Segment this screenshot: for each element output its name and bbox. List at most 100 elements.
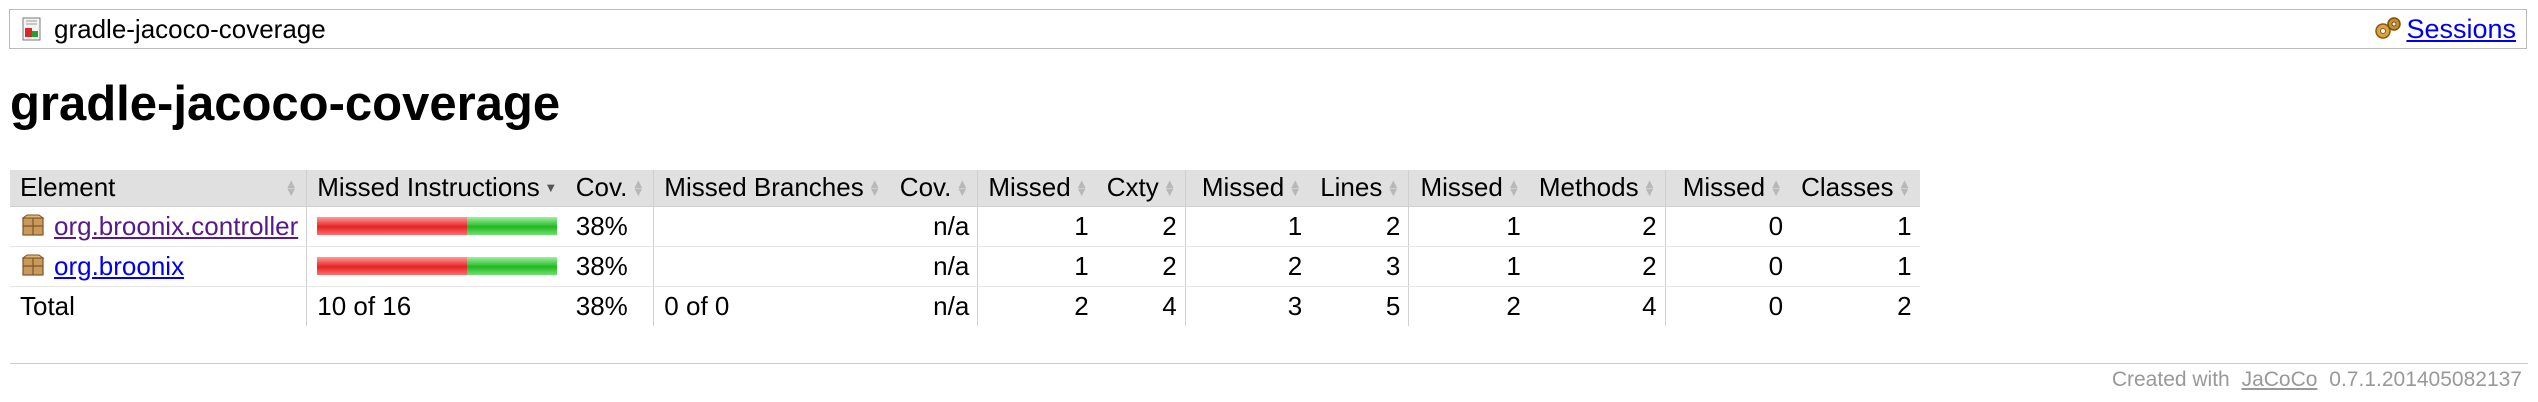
complexity-cell: 2 bbox=[1096, 246, 1186, 287]
missed-complexity-cell: 1 bbox=[977, 246, 1097, 287]
header-label: Methods bbox=[1538, 172, 1639, 203]
sessions-link[interactable]: Sessions bbox=[2406, 14, 2516, 45]
footer-divider bbox=[10, 363, 2528, 364]
sort-icon: ▲ ▼ bbox=[1075, 175, 1089, 199]
covered-bar bbox=[467, 257, 558, 275]
column-header-missed-classes[interactable]: Missed ▲ ▼ bbox=[1664, 170, 1792, 207]
total-instruction-coverage: 38% bbox=[565, 285, 654, 326]
missed-classes-cell: 0 bbox=[1664, 246, 1792, 287]
missed-lines-cell: 1 bbox=[1184, 206, 1311, 247]
header-label: Missed Branches bbox=[664, 172, 864, 203]
sort-icon: ▲ ▼ bbox=[1643, 175, 1657, 199]
missed-classes-cell: 0 bbox=[1664, 206, 1792, 247]
coverage-table: Element ▲ ▼ Missed Instructions ▼ Cov. ▲ ▼… bbox=[10, 170, 1920, 326]
footer: Created with JaCoCo 0.7.1.201405082137 bbox=[2112, 368, 2528, 392]
complexity-cell: 2 bbox=[1096, 206, 1186, 247]
column-header-complexity[interactable]: Cxty ▲ ▼ bbox=[1096, 170, 1186, 207]
instruction-coverage-cell: 38% bbox=[565, 206, 654, 247]
column-header-element[interactable]: Element ▲ ▼ bbox=[10, 170, 307, 207]
element-cell: org.broonix.controller bbox=[10, 206, 307, 247]
footer-prefix: Created with bbox=[2111, 368, 2230, 391]
missed-instructions-bar-cell bbox=[306, 246, 566, 287]
total-complexity: 4 bbox=[1096, 285, 1186, 326]
coverage-bar bbox=[317, 217, 558, 235]
coverage-bar bbox=[317, 257, 558, 275]
page-title: gradle-jacoco-coverage bbox=[10, 77, 561, 131]
sessions-icon bbox=[2372, 15, 2404, 43]
total-missed-branches: 0 of 0 bbox=[653, 285, 890, 326]
package-icon bbox=[20, 253, 46, 279]
sort-icon: ▲ ▼ bbox=[631, 175, 645, 199]
element-cell: org.broonix bbox=[10, 246, 307, 287]
column-header-lines[interactable]: Lines ▲ ▼ bbox=[1310, 170, 1409, 207]
breadcrumb-left: gradle-jacoco-coverage bbox=[20, 16, 326, 42]
total-lines: 5 bbox=[1310, 285, 1409, 326]
sort-icon: ▲ ▼ bbox=[1163, 175, 1177, 199]
missed-branches-cell bbox=[653, 246, 890, 287]
header-label: Element bbox=[20, 172, 116, 203]
header-label: Missed bbox=[1682, 172, 1766, 203]
missed-branches-cell bbox=[653, 206, 890, 247]
package-icon bbox=[20, 213, 46, 239]
footer-version: 0.7.1.201405082137 bbox=[2329, 368, 2522, 391]
classes-cell: 1 bbox=[1791, 246, 1920, 287]
sort-icon: ▲ ▼ bbox=[1898, 175, 1911, 199]
table-row: org.broonix 38% n/a 1 2 2 3 1 2 0 1 bbox=[10, 246, 1920, 287]
missed-methods-cell: 1 bbox=[1408, 206, 1529, 247]
missed-methods-cell: 1 bbox=[1408, 246, 1529, 287]
covered-bar bbox=[467, 217, 558, 235]
header-label: Cov. bbox=[575, 172, 628, 203]
branch-coverage-cell: n/a bbox=[889, 246, 978, 287]
missed-bar bbox=[317, 257, 468, 275]
column-header-branch-coverage[interactable]: Cov. ▲ ▼ bbox=[889, 170, 978, 207]
total-missed-classes: 0 bbox=[1664, 285, 1792, 326]
total-label: Total bbox=[10, 285, 307, 326]
column-header-methods[interactable]: Methods ▲ ▼ bbox=[1528, 170, 1666, 207]
table-row: org.broonix.controller 38% n/a 1 2 1 2 1… bbox=[10, 206, 1920, 247]
branch-coverage-cell: n/a bbox=[889, 206, 978, 247]
header-label: Missed Instructions bbox=[317, 172, 540, 203]
missed-instructions-bar-cell bbox=[306, 206, 566, 247]
element-link[interactable]: org.broonix bbox=[54, 251, 184, 282]
classes-cell: 1 bbox=[1791, 206, 1920, 247]
sort-icon: ▲ ▼ bbox=[1386, 175, 1400, 199]
breadcrumb-title: gradle-jacoco-coverage bbox=[54, 14, 326, 44]
sort-icon: ▲ ▼ bbox=[1507, 175, 1521, 199]
column-header-missed-branches[interactable]: Missed Branches ▲ ▼ bbox=[653, 170, 890, 207]
report-icon bbox=[20, 16, 46, 42]
lines-cell: 3 bbox=[1310, 246, 1409, 287]
table-header-row: Element ▲ ▼ Missed Instructions ▼ Cov. ▲ ▼… bbox=[10, 170, 1920, 207]
sort-icon: ▲ ▼ bbox=[284, 175, 298, 199]
element-link[interactable]: org.broonix.controller bbox=[54, 211, 298, 242]
column-header-missed-instructions[interactable]: Missed Instructions ▼ bbox=[306, 170, 566, 207]
header-label: Classes bbox=[1801, 172, 1894, 203]
sort-icon: ▲ ▼ bbox=[868, 175, 882, 199]
breadcrumb: gradle-jacoco-coverage Sessions bbox=[9, 9, 2527, 49]
sort-icon: ▲ ▼ bbox=[1288, 175, 1302, 199]
header-label: Lines bbox=[1320, 172, 1383, 203]
total-missed-instructions: 10 of 16 bbox=[306, 285, 566, 326]
sort-icon: ▲ ▼ bbox=[1769, 175, 1783, 199]
header-label: Cxty bbox=[1106, 172, 1159, 203]
jacoco-link[interactable]: JaCoCo bbox=[2242, 368, 2318, 391]
missed-bar bbox=[317, 217, 468, 235]
column-header-instruction-coverage[interactable]: Cov. ▲ ▼ bbox=[565, 170, 654, 207]
sort-down-icon: ▼ bbox=[544, 179, 558, 195]
methods-cell: 2 bbox=[1528, 246, 1666, 287]
total-classes: 2 bbox=[1791, 285, 1920, 326]
table-total-row: Total 10 of 16 38% 0 of 0 n/a 2 4 3 5 2 … bbox=[10, 285, 1920, 326]
header-label: Cov. bbox=[899, 172, 952, 203]
breadcrumb-right: Sessions bbox=[2372, 14, 2516, 45]
column-header-classes[interactable]: Classes ▲ ▼ bbox=[1791, 170, 1920, 207]
total-branch-coverage: n/a bbox=[889, 285, 978, 326]
header-label: Missed bbox=[988, 172, 1071, 203]
sort-icon: ▲ ▼ bbox=[955, 175, 969, 199]
total-missed-methods: 2 bbox=[1408, 285, 1529, 326]
header-label: Missed bbox=[1201, 172, 1285, 203]
lines-cell: 2 bbox=[1310, 206, 1409, 247]
header-label: Missed bbox=[1420, 172, 1503, 203]
methods-cell: 2 bbox=[1528, 206, 1666, 247]
column-header-missed-complexity[interactable]: Missed ▲ ▼ bbox=[977, 170, 1097, 207]
column-header-missed-lines[interactable]: Missed ▲ ▼ bbox=[1184, 170, 1311, 207]
column-header-missed-methods[interactable]: Missed ▲ ▼ bbox=[1408, 170, 1529, 207]
